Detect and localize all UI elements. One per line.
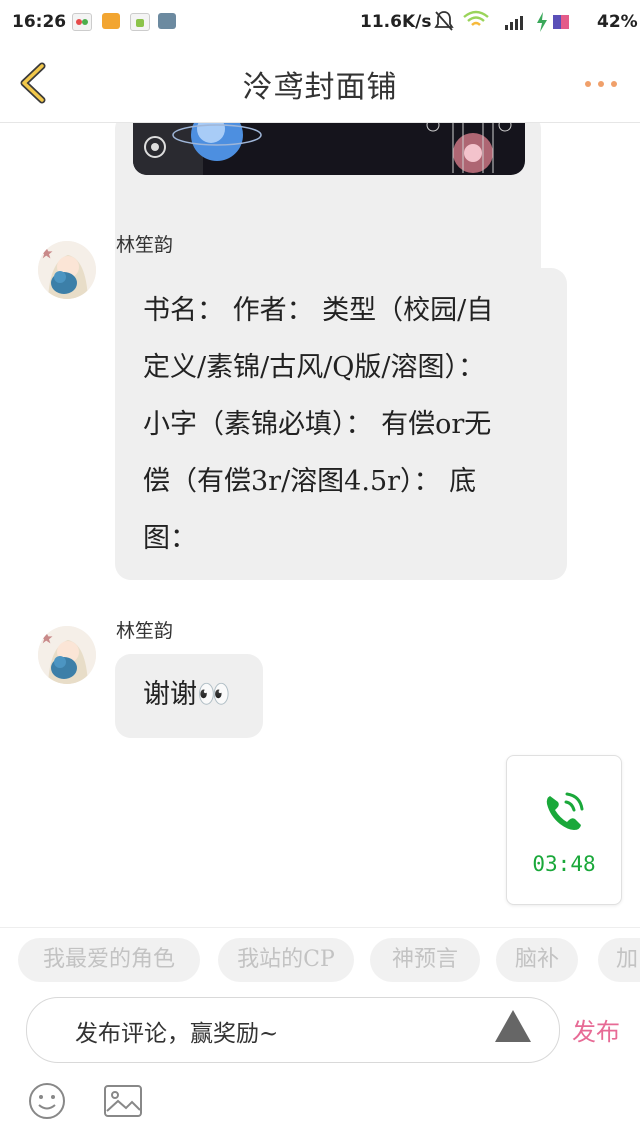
status-time: 16:26 bbox=[12, 12, 67, 32]
message-bubble[interactable]: 书名： 作者： 类型（校园/自 定义/素锦/古风/Q版/溶图）： 小字（素锦必填… bbox=[115, 268, 567, 580]
comment-placeholder: 发布评论，赢奖励~ bbox=[75, 1021, 279, 1047]
message-line: 图： bbox=[143, 523, 197, 554]
notification-icon bbox=[72, 13, 92, 31]
more-dots-icon bbox=[585, 81, 617, 87]
tag-chip[interactable]: 我最爱的角色 bbox=[18, 938, 200, 982]
battery-icon bbox=[552, 13, 570, 36]
message-line: 定义/素锦/古风/Q版/溶图）： bbox=[143, 352, 486, 383]
message-bubble[interactable]: 谢谢👀 bbox=[115, 654, 263, 738]
mute-bell-icon bbox=[434, 9, 454, 38]
signal-icon bbox=[504, 13, 528, 36]
call-duration: 03:48 bbox=[532, 852, 596, 876]
page-title: 泠鸢封面铺 bbox=[242, 70, 398, 105]
sender-name: 林笙韵 bbox=[116, 620, 174, 642]
expand-up-icon[interactable] bbox=[493, 1008, 533, 1044]
message-text: 书名： 作者： 类型（校园/自 定义/素锦/古风/Q版/溶图）： 小字（素锦必填… bbox=[143, 282, 553, 567]
tag-chip[interactable]: 脑补 bbox=[496, 938, 578, 982]
tag-chip[interactable]: 神预言 bbox=[370, 938, 480, 982]
sender-name: 林笙韵 bbox=[116, 234, 174, 256]
message-line: 偿（有偿3r/溶图4.5r）： 底 bbox=[143, 466, 477, 497]
voice-call-card[interactable]: 03:48 bbox=[506, 755, 622, 905]
comment-composer: 发布评论，赢奖励~ 发布 bbox=[0, 997, 640, 1067]
status-bar: 16:26 11.6K/s 42% bbox=[0, 0, 640, 44]
phone-call-icon bbox=[546, 792, 584, 830]
network-speed: 11.6K/s bbox=[360, 12, 432, 32]
avatar[interactable] bbox=[38, 241, 96, 299]
tag-chip[interactable]: 加 bbox=[598, 938, 640, 982]
message-line: 书名： 作者： 类型（校园/自 bbox=[143, 295, 494, 326]
tag-chip[interactable]: 我站的CP bbox=[218, 938, 354, 982]
notification-icon bbox=[158, 13, 176, 29]
charging-icon bbox=[536, 12, 548, 37]
comment-input[interactable]: 发布评论，赢奖励~ bbox=[26, 997, 560, 1063]
emoji-icon[interactable] bbox=[26, 1080, 68, 1122]
message-line: 小字（素锦必填）： 有偿or无 bbox=[143, 409, 492, 440]
android-icon bbox=[130, 13, 150, 31]
title-bar: 泠鸢封面铺 bbox=[0, 44, 640, 123]
message-text: 谢谢👀 bbox=[143, 679, 231, 710]
send-button[interactable]: 发布 bbox=[572, 1012, 620, 1047]
wifi-icon bbox=[462, 9, 490, 38]
avatar[interactable] bbox=[38, 626, 96, 684]
message-image[interactable] bbox=[133, 123, 525, 175]
image-icon[interactable] bbox=[102, 1080, 144, 1122]
quick-tags-bar[interactable]: 我最爱的角色 我站的CP 神预言 脑补 加 bbox=[0, 927, 640, 998]
battery-level: 42% bbox=[597, 12, 638, 32]
composer-tools bbox=[0, 1070, 640, 1138]
more-button[interactable] bbox=[582, 74, 622, 94]
chat-area[interactable]: 林笙韵 书名： 作者： 类型（校园/自 定义/素锦/古风/Q版/溶图）： 小字（… bbox=[0, 123, 640, 927]
notification-icon bbox=[102, 13, 120, 29]
